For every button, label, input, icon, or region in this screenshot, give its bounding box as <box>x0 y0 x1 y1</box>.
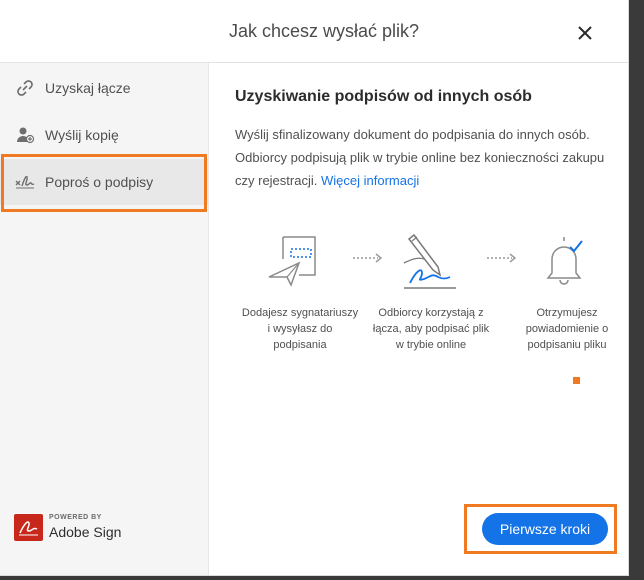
description-text: Wyślij sfinalizowany dokument do podpisa… <box>235 127 605 188</box>
sidebar-item-get-link[interactable]: Uzyskaj łącze <box>0 65 208 111</box>
background-strip-bottom <box>0 576 644 580</box>
step-caption: Otrzymujesz powiadomienie o podpisaniu p… <box>525 307 609 351</box>
dialog-title: Jak chcesz wysłać plik? <box>229 21 420 41</box>
background-strip-right <box>629 0 644 580</box>
sign-pen-icon <box>403 233 456 289</box>
sidebar-item-label: Wyślij kopię <box>45 127 119 143</box>
close-button[interactable] <box>574 22 596 44</box>
step-caption: Dodajesz sygnatariuszy i wysyłasz do pod… <box>241 307 359 351</box>
adobe-sign-brand: POWERED BY Adobe Sign <box>14 512 144 544</box>
more-info-link[interactable]: Więcej informacji <box>321 173 419 188</box>
link-icon <box>17 80 33 96</box>
sidebar: Uzyskaj łącze Wyślij kopię Poproś o podp… <box>0 63 209 575</box>
send-file-dialog: Jak chcesz wysłać plik? Uzyskaj łącze Wy… <box>0 0 629 576</box>
progress-marker <box>573 377 580 384</box>
close-icon <box>578 26 592 40</box>
user-add-icon <box>17 127 35 144</box>
adobe-sign-logo <box>14 514 43 541</box>
step-sign: Odbiorcy korzystają z łącza, aby podpisa… <box>371 233 491 353</box>
adobe-sign-logo-icon <box>19 521 38 536</box>
step-notify: Otrzymujesz powiadomienie o podpisaniu p… <box>507 233 627 353</box>
powered-by-text: POWERED BY <box>49 514 102 521</box>
sidebar-item-send-copy[interactable]: Wyślij kopię <box>0 112 208 158</box>
notification-bell-icon <box>546 237 583 285</box>
step-send: Dodajesz sygnatariuszy i wysyłasz do pod… <box>240 233 360 353</box>
section-heading: Uzyskiwanie podpisów od innych osób <box>235 88 532 105</box>
send-document-icon <box>268 236 316 287</box>
dialog-header: Jak chcesz wysłać plik? <box>0 0 628 63</box>
highlight-frame-get-started <box>464 504 617 554</box>
brand-name: Adobe Sign <box>49 524 122 540</box>
highlight-frame-request-signatures <box>1 154 207 212</box>
step-caption: Odbiorcy korzystają z łącza, aby podpisa… <box>372 307 490 351</box>
sidebar-item-label: Uzyskaj łącze <box>45 80 131 96</box>
main-content: Uzyskiwanie podpisów od innych osób Wyśl… <box>209 63 628 575</box>
section-description: Wyślij sfinalizowany dokument do podpisa… <box>235 123 621 192</box>
